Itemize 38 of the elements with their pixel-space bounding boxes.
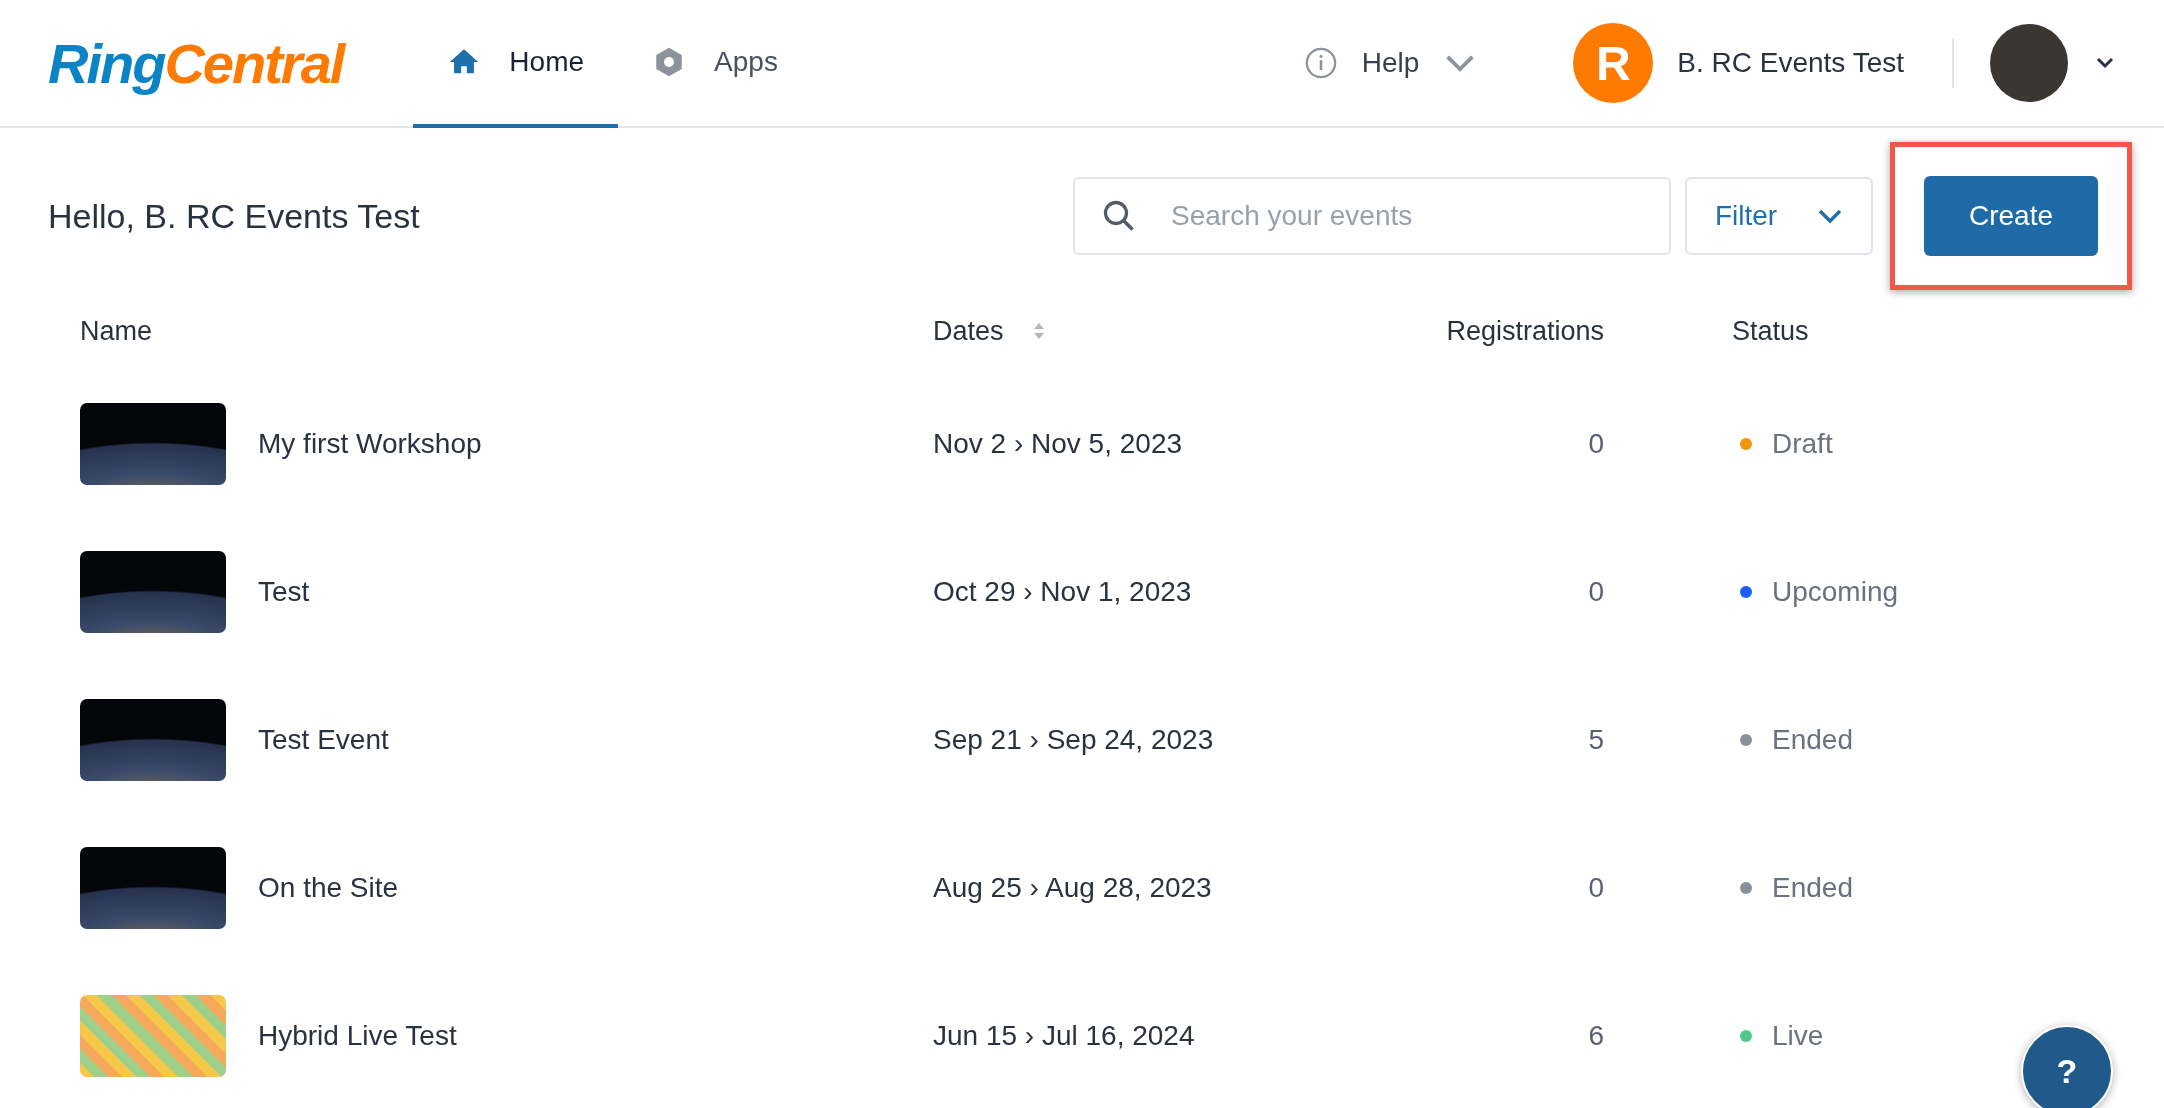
status-label: Upcoming xyxy=(1772,576,1899,608)
event-name[interactable]: Test xyxy=(258,576,310,608)
account-logo: R xyxy=(1573,23,1654,103)
help-button[interactable]: ? xyxy=(2021,1025,2113,1108)
registration-count: 0 xyxy=(1588,428,1604,460)
event-name[interactable]: Test Event xyxy=(258,724,389,756)
greeting: Hello, B. RC Events Test xyxy=(48,196,421,236)
filter-button[interactable]: Filter xyxy=(1685,177,1873,255)
search-field[interactable]: Search your events xyxy=(1073,177,1671,255)
event-dates: Jun 15 › Jul 16, 2024 xyxy=(933,1020,1195,1052)
nav-tab[interactable]: Apps xyxy=(618,0,812,128)
info-icon xyxy=(1303,46,1338,80)
column-header: Status xyxy=(1732,314,1809,348)
status-label: Ended xyxy=(1772,872,1853,904)
registration-count: 6 xyxy=(1588,1020,1604,1052)
status-label: Ended xyxy=(1772,724,1853,756)
event-name[interactable]: Hybrid Live Test xyxy=(258,1020,457,1052)
caret-icon xyxy=(2094,56,2116,70)
logo: RingCentral xyxy=(48,30,344,96)
event-name[interactable]: My first Workshop xyxy=(258,428,482,460)
registration-count: 0 xyxy=(1588,872,1604,904)
create-button[interactable]: Create xyxy=(1924,176,2098,256)
registration-count: 5 xyxy=(1588,724,1604,756)
event-dates: Aug 25 › Aug 28, 2023 xyxy=(933,872,1212,904)
event-name[interactable]: On the Site xyxy=(258,872,399,904)
status-label: Live xyxy=(1772,1020,1824,1052)
column-header[interactable]: Dates xyxy=(933,292,1046,370)
event-dates: Sep 21 › Sep 24, 2023 xyxy=(933,724,1214,756)
registration-count: 0 xyxy=(1588,576,1604,608)
chevron-down-icon xyxy=(1817,208,1844,224)
event-dates: Nov 2 › Nov 5, 2023 xyxy=(933,428,1183,460)
status-label: Draft xyxy=(1772,428,1833,460)
help-menu[interactable]: Help xyxy=(1297,0,1484,126)
nav-tab[interactable]: Home xyxy=(413,0,619,128)
column-header: Registrations xyxy=(1446,314,1604,348)
column-header: Name xyxy=(80,314,153,348)
event-dates: Oct 29 › Nov 1, 2023 xyxy=(933,576,1192,608)
account-name: B. RC Events Test xyxy=(1677,47,1904,79)
